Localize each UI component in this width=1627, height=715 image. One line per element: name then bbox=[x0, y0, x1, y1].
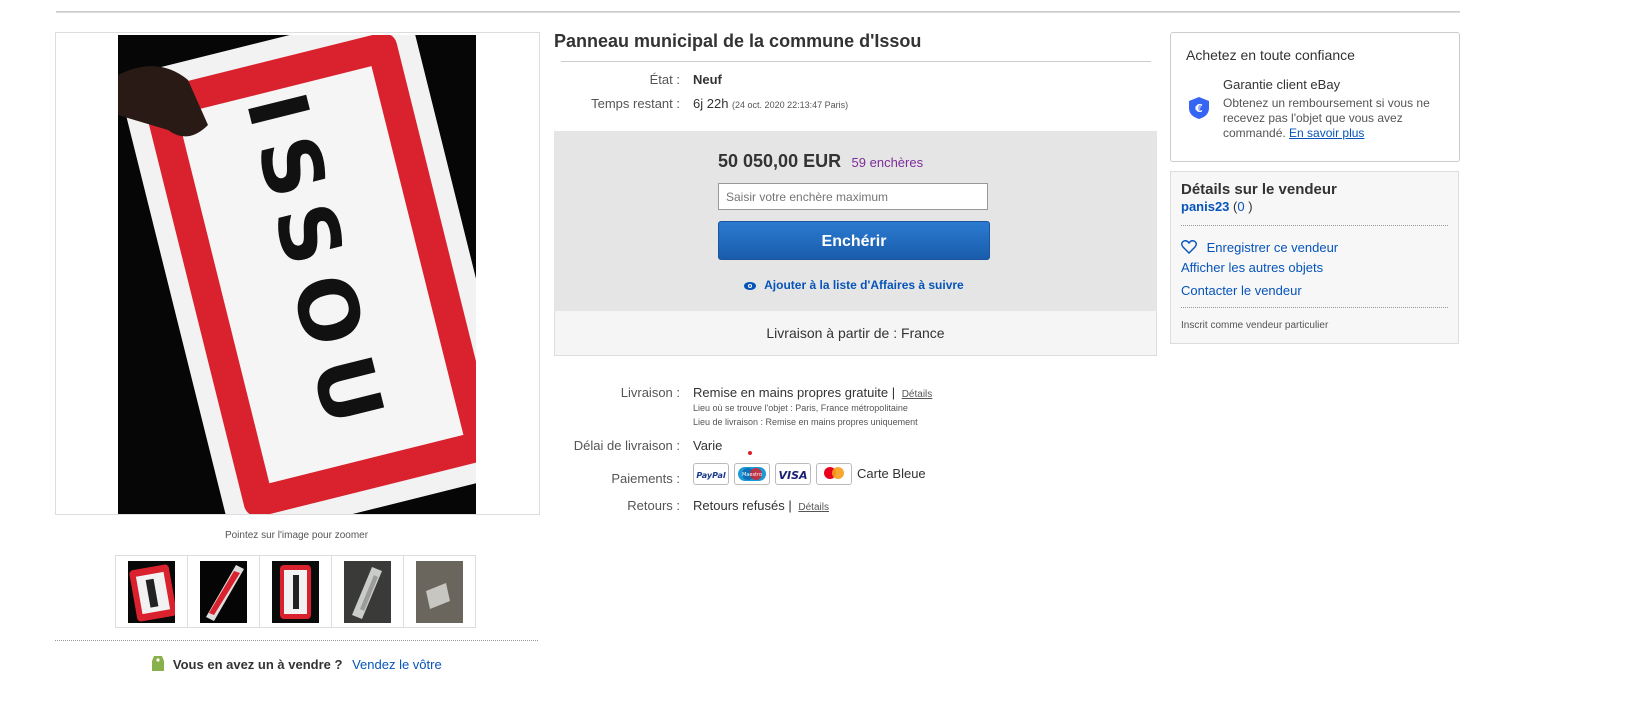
eye-icon bbox=[744, 279, 757, 293]
thumbnail-3[interactable] bbox=[259, 555, 332, 628]
payment-methods: PayPal Maestro VISA Carte Bleue bbox=[693, 463, 933, 486]
ships-from-panel: Livraison à partir de : France bbox=[554, 311, 1157, 356]
maestro-marker-dot bbox=[748, 451, 752, 455]
time-left: 6j 22h (24 oct. 2020 22:13:47 Paris) bbox=[693, 96, 848, 111]
sell-yours-link[interactable]: Vendez le vôtre bbox=[352, 657, 442, 672]
guarantee-text: Obtenez un remboursement si vous ne rece… bbox=[1223, 96, 1448, 141]
time-left-detail: (24 oct. 2020 22:13:47 Paris) bbox=[732, 100, 849, 110]
time-left-value: 6j 22h bbox=[693, 96, 729, 111]
returns-line: Retours refusés | Détails bbox=[693, 498, 829, 513]
svg-text:Maestro: Maestro bbox=[742, 472, 762, 478]
learn-more-link[interactable]: En savoir plus bbox=[1289, 126, 1364, 140]
feedback-score-link[interactable]: 0 bbox=[1237, 199, 1244, 214]
gallery-divider bbox=[55, 640, 538, 641]
condition-label: État : bbox=[649, 72, 680, 87]
shipping-label: Livraison : bbox=[620, 385, 680, 400]
main-image[interactable]: ISSOU bbox=[118, 35, 476, 514]
seller-id: panis23 (0 ) bbox=[1181, 199, 1253, 214]
returns-value: Retours refusés | bbox=[693, 498, 792, 513]
delay-label: Délai de livraison : bbox=[573, 438, 680, 453]
price-line: 50 050,00 EUR 59 enchères bbox=[718, 151, 923, 172]
returns-details-link[interactable]: Détails bbox=[798, 502, 829, 513]
sell-prompt: Vous en avez un à vendre ? Vendez le vôt… bbox=[55, 655, 538, 675]
seller-name-link[interactable]: panis23 bbox=[1181, 199, 1229, 214]
seller-account-type: Inscrit comme vendeur particulier bbox=[1181, 320, 1329, 331]
sell-question: Vous en avez un à vendre ? bbox=[172, 657, 343, 672]
condition-value: Neuf bbox=[693, 72, 722, 87]
thumbnail-5[interactable] bbox=[403, 555, 476, 628]
thumbnail-2[interactable] bbox=[187, 555, 260, 628]
shipping-line: Remise en mains propres gratuite | Détai… bbox=[693, 385, 932, 400]
max-bid-input[interactable] bbox=[718, 183, 988, 210]
zoom-hint: Pointez sur l'image pour zoomer bbox=[224, 530, 369, 541]
svg-text:VISA: VISA bbox=[778, 469, 807, 482]
seller-divider-top bbox=[1181, 225, 1448, 226]
shield-euro-icon: € bbox=[1188, 96, 1210, 125]
trust-title: Achetez en toute confiance bbox=[1186, 47, 1355, 63]
time-left-label: Temps restant : bbox=[591, 96, 680, 111]
carte-bleue: Carte Bleue bbox=[857, 466, 926, 481]
visa-icon: VISA bbox=[775, 463, 811, 485]
seller-panel: Détails sur le vendeur panis23 (0 ) Enre… bbox=[1170, 171, 1459, 344]
item-location: Lieu où se trouve l'objet : Paris, Franc… bbox=[693, 403, 908, 413]
title-divider bbox=[561, 61, 1151, 62]
shipping-value: Remise en mains propres gratuite | bbox=[693, 385, 896, 400]
sign-photo: ISSOU bbox=[118, 35, 476, 514]
seller-title: Détails sur le vendeur bbox=[1181, 181, 1337, 198]
contact-seller-link[interactable]: Contacter le vendeur bbox=[1181, 283, 1302, 298]
feedback-close: ) bbox=[1248, 199, 1253, 214]
mastercard-icon bbox=[816, 463, 852, 485]
guarantee-title: Garantie client eBay bbox=[1223, 77, 1341, 92]
save-seller-label: Enregistrer ce vendeur bbox=[1206, 240, 1339, 255]
main-image-frame[interactable]: ISSOU bbox=[55, 32, 540, 515]
page-title: Panneau municipal de la commune d'Issou bbox=[554, 31, 922, 51]
heart-icon bbox=[1181, 240, 1197, 257]
shipping-details-link[interactable]: Détails bbox=[902, 389, 933, 400]
maestro-icon: Maestro bbox=[734, 463, 770, 485]
svg-text:PayPal: PayPal bbox=[696, 471, 725, 480]
svg-text:€: € bbox=[1194, 102, 1203, 115]
bid-count-link[interactable]: 59 enchères bbox=[852, 155, 924, 170]
current-price: 50 050,00 EUR bbox=[718, 151, 842, 171]
tag-icon bbox=[151, 655, 165, 675]
thumbnail-4[interactable] bbox=[331, 555, 404, 628]
other-items-link[interactable]: Afficher les autres objets bbox=[1181, 260, 1323, 275]
save-seller-link[interactable]: Enregistrer ce vendeur bbox=[1181, 240, 1338, 257]
thumbnail-1[interactable] bbox=[115, 555, 188, 628]
seller-divider-bottom bbox=[1181, 307, 1448, 308]
watchlist-link[interactable]: Ajouter à la liste d'Affaires à suivre bbox=[718, 278, 990, 293]
ships-from: Livraison à partir de : France bbox=[766, 325, 945, 341]
bid-button[interactable]: Enchérir bbox=[718, 221, 990, 260]
watchlist-label: Ajouter à la liste d'Affaires à suivre bbox=[764, 278, 964, 292]
delivery-place: Lieu de livraison : Remise en mains prop… bbox=[693, 417, 918, 427]
top-divider bbox=[56, 11, 1460, 13]
payments-label: Paiements : bbox=[611, 471, 680, 486]
paypal-icon: PayPal bbox=[693, 463, 729, 485]
returns-label: Retours : bbox=[627, 498, 680, 513]
buyer-protection-box: Achetez en toute confiance € Garantie cl… bbox=[1170, 32, 1460, 162]
delay-value: Varie bbox=[693, 438, 723, 453]
